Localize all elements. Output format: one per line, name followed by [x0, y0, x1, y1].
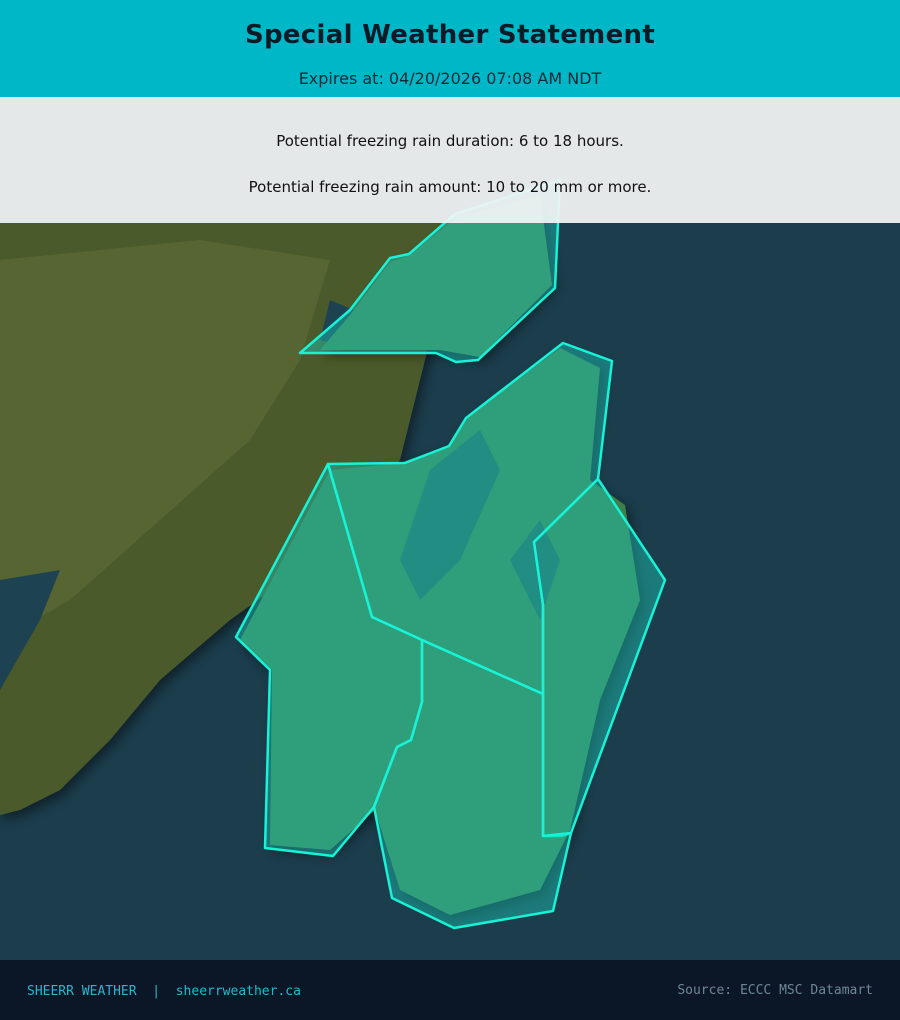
expiry-time: Expires at: 04/20/2026 07:08 AM NDT: [298, 69, 602, 88]
map-svg: [0, 97, 900, 960]
brand-credit: SHEERR WEATHER | sheerrweather.ca: [27, 984, 301, 999]
alert-map[interactable]: [0, 97, 900, 960]
data-source: Source: ECCC MSC Datamart: [677, 983, 873, 998]
header-bar: Special Weather Statement Expires at: 04…: [0, 0, 900, 97]
freezing-rain-duration: Potential freezing rain duration: 6 to 1…: [276, 132, 624, 150]
alert-details-panel: Potential freezing rain duration: 6 to 1…: [0, 97, 900, 223]
page-title: Special Weather Statement: [244, 20, 656, 50]
footer-bar: SHEERR WEATHER | sheerrweather.ca Source…: [0, 960, 900, 1020]
brand-url[interactable]: sheerrweather.ca: [176, 984, 301, 999]
brand-separator: |: [152, 984, 161, 999]
freezing-rain-amount: Potential freezing rain amount: 10 to 20…: [248, 178, 652, 196]
brand-name: SHEERR WEATHER: [27, 984, 137, 999]
